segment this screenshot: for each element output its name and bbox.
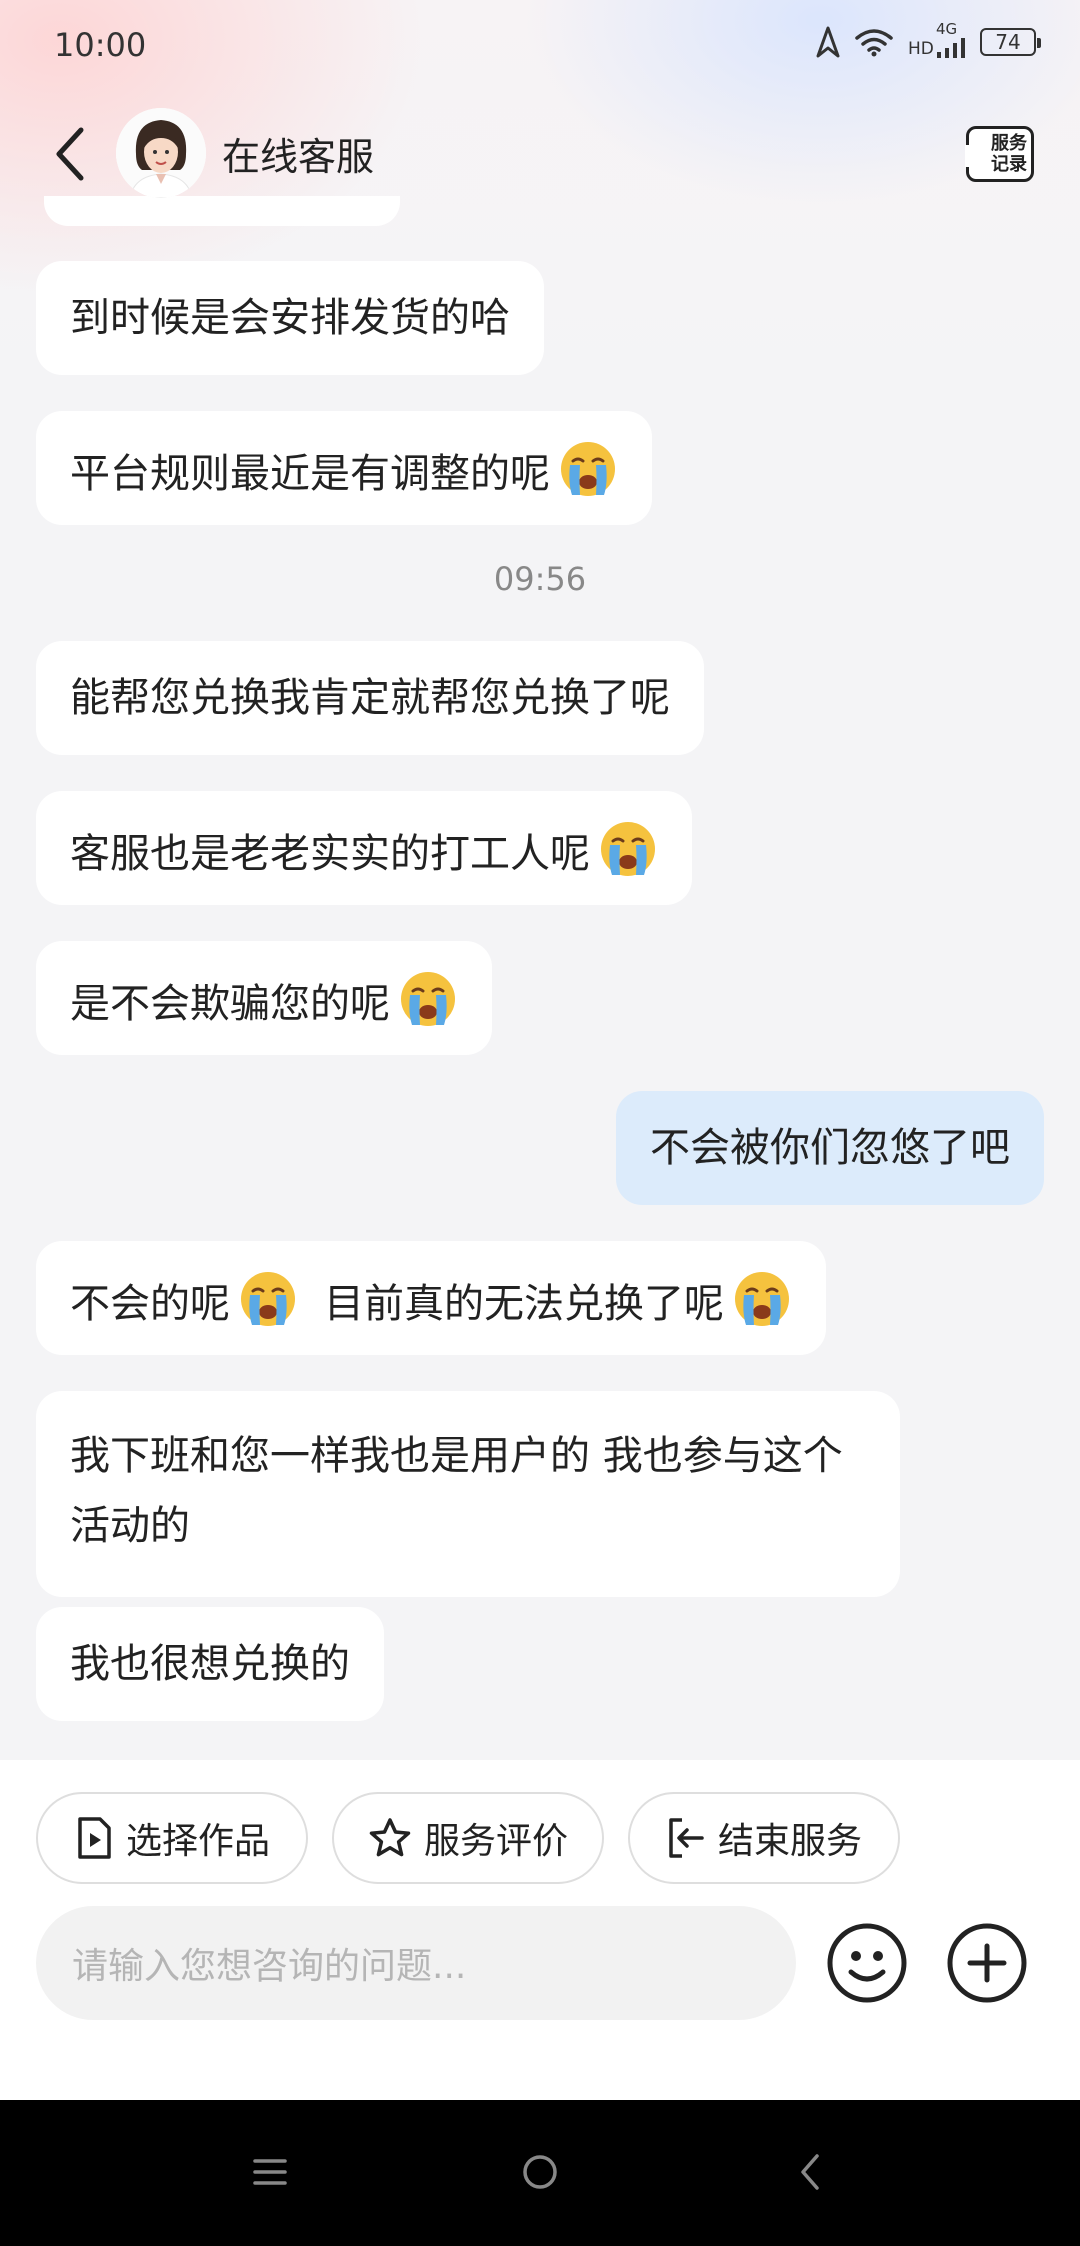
navigation-icon: [816, 26, 840, 58]
back-triangle-icon: [801, 2154, 819, 2190]
select-work-button[interactable]: 选择作品: [36, 1792, 308, 1884]
emoji-button[interactable]: [826, 1922, 908, 2004]
quick-action-label: 选择作品: [125, 1821, 270, 1862]
message-text: 目前真的无法兑换了呢: [324, 1281, 724, 1327]
status-bar: 10:00 HD 4G 74: [0, 0, 1080, 90]
service-record-label-line1: 服务: [991, 133, 1027, 154]
status-icons: HD 4G 74: [816, 22, 1041, 59]
menu-nav-button[interactable]: [238, 2140, 302, 2204]
message-input[interactable]: 请输入您想咨询的问题...: [36, 1906, 796, 2020]
message-bubble-incoming: 不会的呢 目前真的无法兑换了呢: [36, 1241, 826, 1355]
back-button[interactable]: [40, 118, 100, 190]
crying-face-icon: [241, 1272, 295, 1326]
message-text: 是不会欺骗您的呢: [70, 981, 390, 1027]
service-record-button[interactable]: 服务 记录: [960, 120, 1040, 188]
cellular-signal: HD 4G: [908, 22, 966, 59]
message-bubble-incoming: 客服也是老老实实的打工人呢: [36, 791, 692, 905]
home-circle-icon: [523, 2155, 557, 2189]
input-panel: 选择作品 服务评价 结束服务 请输入您想咨询的问题...: [0, 1760, 1080, 2100]
message-text: 能帮您兑换我肯定就帮您兑换了呢: [70, 675, 670, 721]
crying-face-icon: [401, 972, 455, 1026]
signal-icon: [937, 38, 965, 58]
message-bubble-incoming: 是不会欺骗您的呢: [36, 941, 492, 1055]
message-bubble-incoming: 我也很想兑换的: [36, 1607, 384, 1721]
page-title: 在线客服: [222, 135, 375, 179]
message-bubble-incoming: 到时候是会安排发货的哈: [36, 261, 544, 375]
exit-icon: [669, 1818, 704, 1858]
message-text: 平台规则最近是有调整的呢: [70, 451, 550, 497]
service-record-icon: 服务 记录: [965, 126, 1034, 182]
message-text: 到时候是会安排发货的哈: [70, 295, 510, 341]
chat-header: 在线客服 服务 记录: [0, 100, 1080, 210]
home-nav-button[interactable]: [508, 2140, 572, 2204]
end-service-button[interactable]: 结束服务: [628, 1792, 900, 1884]
network-label: HD: [908, 39, 934, 59]
quick-action-label: 结束服务: [717, 1821, 862, 1862]
message-text: 我下班和您一样我也是用户的 我也参与这个活动的: [70, 1433, 843, 1549]
menu-icon: [253, 2159, 287, 2185]
service-record-label-line2: 记录: [991, 154, 1027, 175]
message-text: 我也很想兑换的: [70, 1641, 350, 1687]
message-text: 不会的呢: [70, 1281, 230, 1327]
message-bubble-incoming: 我下班和您一样我也是用户的 我也参与这个活动的: [36, 1391, 900, 1597]
back-nav-button[interactable]: [778, 2140, 842, 2204]
quick-action-label: 服务评价: [423, 1821, 568, 1862]
rate-service-button[interactable]: 服务评价: [332, 1792, 604, 1884]
system-nav-bar: [0, 2100, 1080, 2246]
more-button[interactable]: [946, 1922, 1028, 2004]
crying-face-icon: [601, 822, 655, 876]
agent-avatar-icon: [116, 108, 206, 198]
message-text: 客服也是老老实实的打工人呢: [70, 831, 590, 877]
battery-icon: 74: [980, 28, 1041, 56]
message-bubble-incoming: 能帮您兑换我肯定就帮您兑换了呢: [36, 641, 704, 755]
avatar[interactable]: [116, 108, 206, 198]
crying-face-icon: [735, 1272, 789, 1326]
network-type: 4G: [936, 20, 958, 38]
timestamp: 09:56: [493, 560, 587, 598]
chevron-left-icon: [56, 127, 84, 181]
message-bubble-incoming: 平台规则最近是有调整的呢: [36, 411, 652, 525]
star-icon: [369, 1818, 411, 1857]
wifi-icon: [855, 29, 893, 57]
video-file-icon: [78, 1817, 111, 1859]
input-placeholder: 请输入您想咨询的问题...: [72, 1946, 467, 1987]
status-time: 10:00: [54, 26, 147, 64]
message-text: 不会被你们忽悠了吧: [650, 1125, 1010, 1171]
message-bubble-outgoing: 不会被你们忽悠了吧: [616, 1091, 1044, 1205]
crying-face-icon: [561, 442, 615, 496]
